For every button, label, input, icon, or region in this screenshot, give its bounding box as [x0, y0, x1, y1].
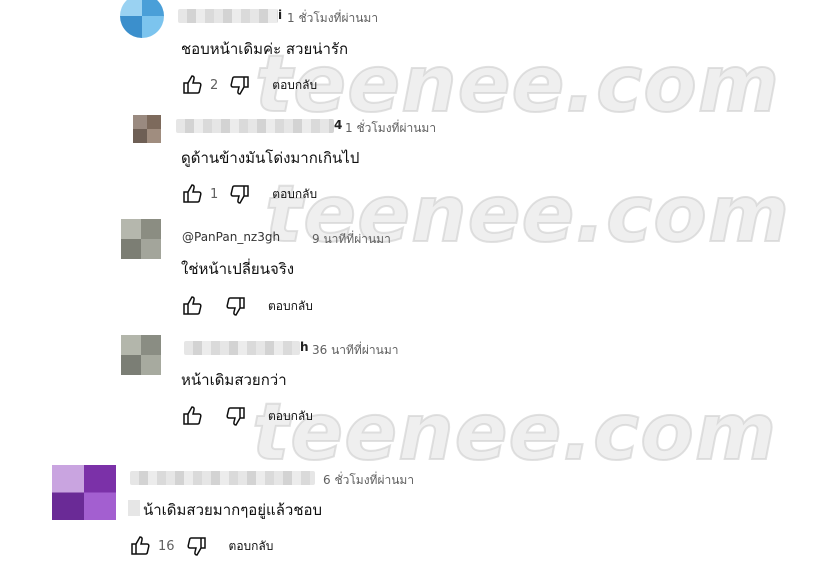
like-count: 1 — [210, 186, 219, 202]
thumbs-down-icon[interactable] — [222, 293, 248, 319]
comment-timestamp[interactable]: 36 นาทีที่ผ่านมา — [312, 341, 398, 360]
avatar[interactable] — [121, 219, 161, 259]
reply-button[interactable]: ตอบกลับ — [268, 297, 313, 316]
author-name-tail[interactable]: h — [300, 340, 309, 354]
comment-text: ดูด้านข้างมันโด่งมากเกินไป — [181, 149, 360, 167]
like-count: 16 — [158, 538, 175, 554]
reply-button[interactable]: ตอบกลับ — [272, 76, 317, 95]
author-name[interactable] — [130, 471, 315, 485]
avatar[interactable] — [133, 115, 161, 143]
thumbs-up-icon[interactable] — [128, 533, 154, 559]
avatar[interactable] — [121, 335, 161, 375]
thumbs-up-icon[interactable] — [180, 181, 206, 207]
author-name[interactable] — [178, 9, 278, 23]
thumbs-down-icon[interactable] — [183, 533, 209, 559]
thumbs-up-icon[interactable] — [180, 293, 206, 319]
reply-button[interactable]: ตอบกลับ — [272, 185, 317, 204]
comment-text: น้าเดิมสวยมากๆอยู่แล้วชอบ — [143, 501, 323, 519]
reply-button[interactable]: ตอบกลับ — [268, 407, 313, 426]
thumbs-up-icon[interactable] — [180, 72, 206, 98]
comment-text: หน้าเดิมสวยกว่า — [181, 371, 287, 389]
author-name-tail[interactable]: i — [278, 8, 282, 22]
author-name[interactable] — [184, 341, 300, 355]
thumbs-down-icon[interactable] — [226, 181, 252, 207]
author-name[interactable]: @PanPan_nz3gh — [182, 230, 280, 244]
author-name-tail[interactable]: 4 — [334, 118, 342, 132]
author-name[interactable] — [176, 119, 334, 133]
avatar[interactable] — [120, 0, 164, 38]
thumbs-down-icon[interactable] — [222, 403, 248, 429]
like-count: 2 — [210, 77, 219, 93]
reply-button[interactable]: ตอบกลับ — [229, 537, 274, 556]
comment-timestamp[interactable]: 1 ชั่วโมงที่ผ่านมา — [345, 119, 436, 138]
comment-timestamp[interactable]: 1 ชั่วโมงที่ผ่านมา — [287, 9, 378, 28]
comment-timestamp[interactable]: 6 ชั่วโมงที่ผ่านมา — [323, 471, 414, 490]
thumbs-up-icon[interactable] — [180, 403, 206, 429]
avatar[interactable] — [52, 465, 116, 520]
watermark: teenee.com — [251, 387, 778, 479]
comment-timestamp[interactable]: 9 นาทีที่ผ่านมา — [312, 230, 391, 249]
blurred-fragment — [128, 500, 140, 516]
thumbs-down-icon[interactable] — [226, 72, 252, 98]
comment-text: ชอบหน้าเดิมค่ะ สวยน่ารัก — [181, 40, 349, 58]
comment-text: ใช่หน้าเปลี่ยนจริง — [181, 260, 295, 278]
